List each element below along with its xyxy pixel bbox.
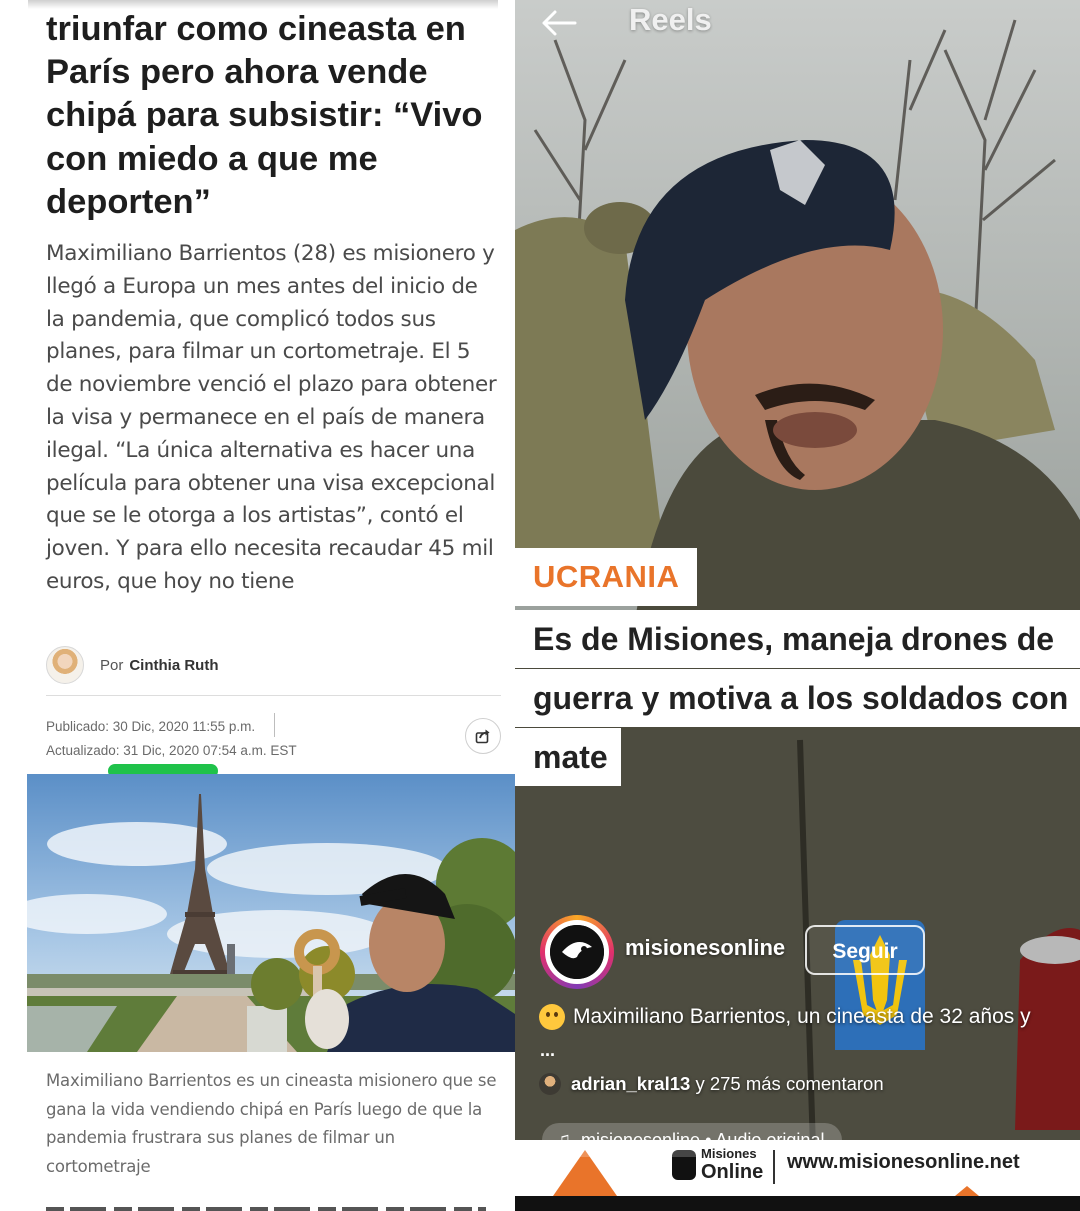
misionesonline-logo-icon (550, 925, 604, 979)
published-date: Publicado: 30 Dic, 2020 11:55 p.m. (46, 719, 256, 734)
article-headline: triunfar como cineasta en París pero aho… (46, 10, 483, 221)
face-emoji-icon (539, 1004, 565, 1030)
commenter-name: adrian_kral13 (571, 1073, 691, 1094)
reel-headline-line: mate (515, 728, 621, 786)
brand-logo: Misiones Online (701, 1146, 764, 1184)
article-dates: Publicado: 30 Dic, 2020 11:55 p.m. Actua… (46, 713, 297, 763)
arrow-left-icon (542, 10, 577, 36)
bottom-bar (515, 1196, 1080, 1211)
reel-caption[interactable]: Maximiliano Barrientos, un cineasta de 3… (539, 1004, 1031, 1030)
divider (46, 695, 501, 696)
updated-date: Actualizado: 31 Dic, 2020 07:54 a.m. EST (46, 743, 297, 758)
comments-summary[interactable]: adrian_kral13 y 275 más comentaron (539, 1073, 884, 1095)
brand-separator (773, 1150, 775, 1184)
date-separator (274, 713, 275, 737)
reel-headline-line: Es de Misiones, maneja drones de (515, 610, 1080, 668)
caption-more[interactable]: ... (540, 1040, 555, 1061)
author-avatar[interactable] (46, 646, 84, 684)
author-byline[interactable]: Por Cinthia Ruth (46, 646, 219, 684)
profile-avatar[interactable] (540, 915, 614, 989)
brand-url: www.misionesonline.net (787, 1151, 1020, 1173)
section-tag: UCRANIA (515, 548, 697, 606)
article-lead: Maximiliano Barrientos (28) es misionero… (46, 241, 497, 594)
reel-headline-line: guerra y motiva a los soldados con (515, 669, 1080, 727)
reel-username[interactable]: misionesonline (625, 935, 785, 961)
brand-logo-line1: Misiones (701, 1146, 757, 1161)
brand-logo-line2: Online (701, 1161, 764, 1183)
author-name[interactable]: Cinthia Ruth (129, 657, 218, 674)
share-icon (475, 729, 490, 744)
photo-caption: Maximiliano Barrientos es un cineasta mi… (46, 1071, 497, 1176)
article-photo[interactable] (27, 774, 515, 1052)
commenter-avatar (539, 1073, 561, 1095)
back-button[interactable] (539, 6, 583, 40)
reel-panel[interactable]: Reels UCRANIA Es de Misiones, maneja dro… (515, 0, 1080, 1211)
music-note-icon: ♫ (556, 1129, 571, 1151)
reels-title: Reels (629, 2, 712, 37)
eiffel-tower-selfie-image (27, 774, 515, 1052)
comments-count-text: y 275 más comentaron (690, 1073, 884, 1094)
next-paragraph-cut (46, 1203, 502, 1211)
author-prefix: Por (100, 656, 124, 674)
reel-caption-text: Maximiliano Barrientos, un cineasta de 3… (573, 1005, 1031, 1028)
news-article-panel: triunfar como cineasta en París pero aho… (0, 0, 515, 1211)
follow-button[interactable]: Seguir (805, 925, 925, 975)
share-button[interactable] (465, 718, 501, 754)
